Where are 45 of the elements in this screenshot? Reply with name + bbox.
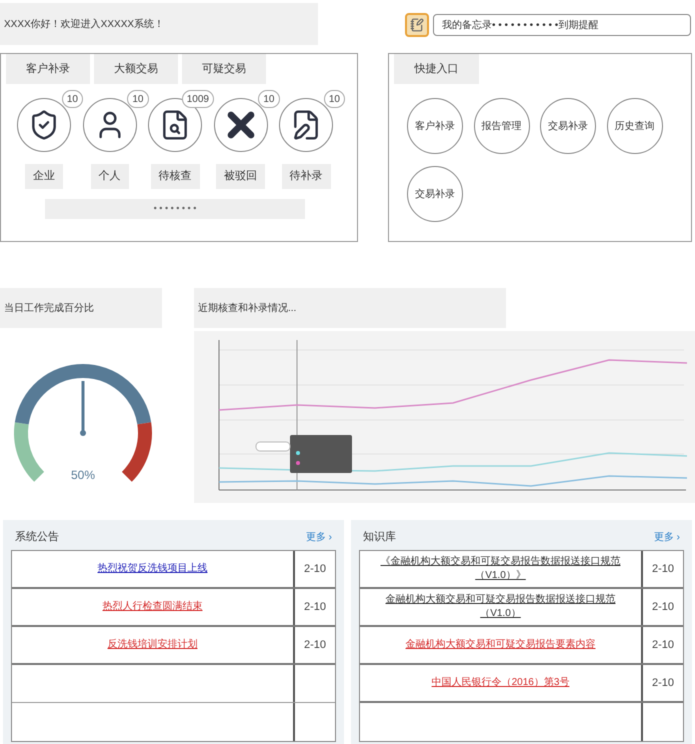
count-badge: 10 bbox=[324, 90, 345, 108]
axis-label-pill bbox=[256, 442, 290, 452]
more-link[interactable]: 更多 › bbox=[306, 530, 332, 544]
date-cell-text: 2-10 bbox=[650, 600, 676, 615]
panel-title: 知识库 bbox=[363, 530, 396, 545]
item-link[interactable]: 热烈人行检查圆满结束 bbox=[102, 600, 202, 614]
item-link[interactable]: 反洗钱培训安排计划 bbox=[108, 638, 198, 652]
date-cell-text: 2-10 bbox=[650, 562, 676, 577]
pager-bar[interactable]: • • • • • • • • bbox=[45, 198, 305, 218]
date-cell-text: 2-10 bbox=[302, 638, 328, 653]
item-link[interactable]: 中国人民银行令（2016）第3号 bbox=[432, 676, 570, 690]
tab[interactable]: 大额交易 bbox=[94, 54, 178, 84]
count-badge: 10 bbox=[258, 90, 280, 108]
shortcut-button[interactable]: 交易补录 bbox=[540, 98, 596, 154]
gauge-reading: 50% bbox=[70, 467, 96, 484]
chart-tooltip bbox=[290, 435, 352, 473]
date-cell-text: 2-10 bbox=[302, 562, 328, 577]
shortcut-button[interactable]: 交易补录 bbox=[407, 166, 463, 222]
item-label[interactable]: 企业 bbox=[25, 164, 63, 188]
count-badge: 10 bbox=[62, 90, 83, 108]
greeting-text: XXXX你好！欢迎进入XXXXX系统！ bbox=[4, 18, 164, 32]
item-label[interactable]: 待核查 bbox=[150, 164, 200, 188]
date-cell-text: 2-10 bbox=[302, 600, 328, 615]
item-label[interactable]: 个人 bbox=[90, 164, 128, 188]
item-link[interactable]: 热烈祝贺反洗钱项目上线 bbox=[98, 562, 208, 576]
shortcut-button[interactable]: 历史查询 bbox=[606, 98, 662, 154]
chart-header: 近期核查和补录情况... bbox=[194, 288, 506, 328]
more-link[interactable]: 更多 › bbox=[654, 530, 680, 544]
date-cell-text: 2-10 bbox=[650, 676, 676, 691]
gauge-header: 当日工作完成百分比 bbox=[0, 288, 162, 328]
count-badge: 1009 bbox=[182, 90, 214, 108]
memo-bar[interactable]: 我的备忘录• • • • • • • • • • •到期提醒 bbox=[433, 14, 691, 36]
shortcut-button[interactable]: 客户补录 bbox=[407, 98, 463, 154]
tab[interactable]: 可疑交易 bbox=[182, 54, 266, 84]
shortcut-button[interactable]: 报告管理 bbox=[474, 98, 530, 154]
item-link[interactable]: 金融机构大额交易和可疑交易报告数据报送接口规范（V1.0） bbox=[368, 593, 633, 621]
memo-icon[interactable] bbox=[405, 13, 429, 37]
count-badge: 10 bbox=[127, 90, 148, 108]
item-link[interactable]: 《金融机构大额交易和可疑交易报告数据报送接口规范（V1.0）》 bbox=[368, 555, 633, 583]
panel-title: 系统公告 bbox=[15, 530, 59, 545]
item-label[interactable]: 待补录 bbox=[282, 164, 330, 188]
tab[interactable]: 客户补录 bbox=[6, 54, 90, 84]
date-cell-text: 2-10 bbox=[650, 638, 676, 653]
item-link[interactable]: 金融机构大额交易和可疑交易报告要素内容 bbox=[406, 638, 596, 652]
item-label[interactable]: 被驳回 bbox=[216, 164, 265, 188]
